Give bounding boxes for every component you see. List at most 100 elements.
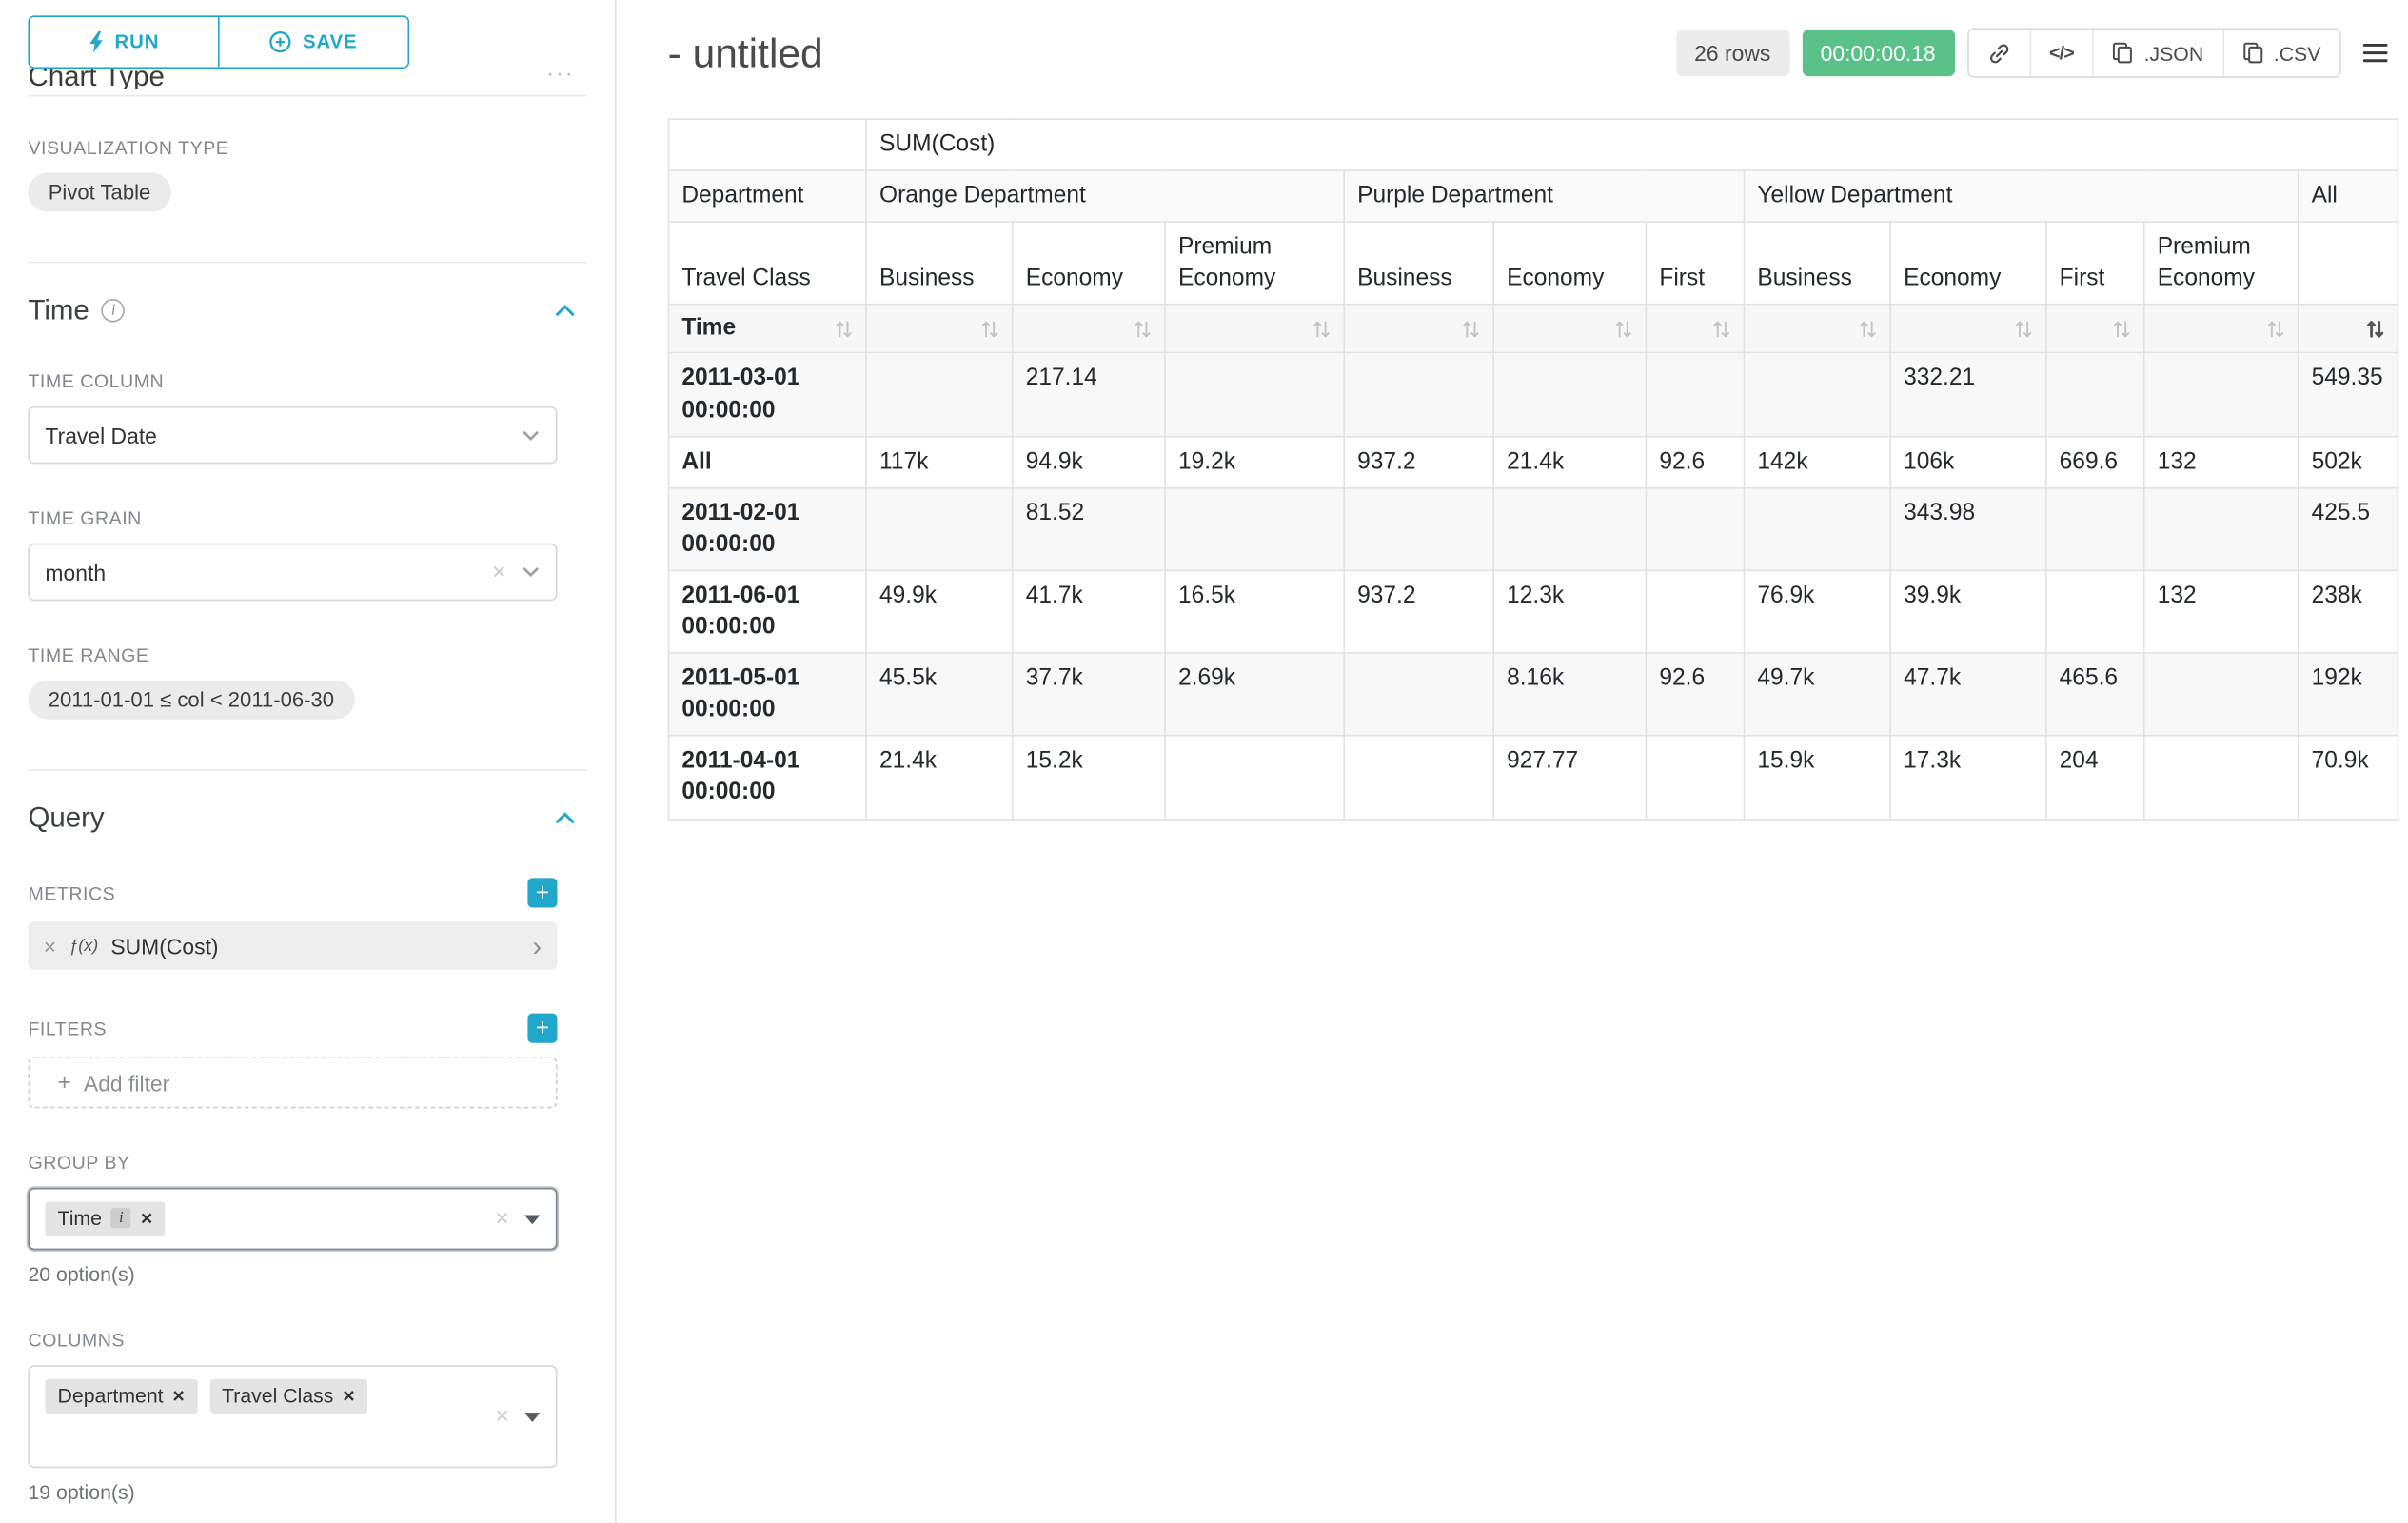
export-csv-button[interactable]: .CSV: [2222, 30, 2339, 76]
value-cell: 217.14: [1013, 353, 1165, 436]
select-controls: ×: [492, 561, 540, 584]
chip-label: Department: [58, 1386, 164, 1408]
caret-right-icon[interactable]: ›: [532, 932, 542, 959]
caret-down-icon[interactable]: [524, 1412, 540, 1421]
time-sort-header[interactable]: Time: [668, 305, 866, 353]
remove-metric-icon[interactable]: ×: [44, 933, 56, 958]
time-column-value: Travel Date: [45, 423, 156, 447]
sort-column[interactable]: [1744, 305, 1890, 353]
sort-icon[interactable]: [2366, 319, 2385, 339]
sort-icon[interactable]: [835, 319, 854, 339]
value-cell: 81.52: [1013, 487, 1165, 570]
sort-column[interactable]: [1890, 305, 2046, 353]
table-row: All117k94.9k19.2k937.221.4k92.6142k106k6…: [668, 436, 2398, 487]
visualization-type-pill[interactable]: Pivot Table: [28, 173, 170, 212]
remove-chip-icon[interactable]: ×: [172, 1386, 184, 1408]
clear-icon[interactable]: ×: [495, 1207, 508, 1231]
plus-icon: +: [58, 1070, 71, 1097]
sort-icon[interactable]: [1462, 319, 1481, 339]
clear-icon[interactable]: ×: [495, 1405, 508, 1429]
group-by-chip-time[interactable]: Time i ×: [45, 1201, 165, 1236]
value-cell: 47.7k: [1890, 653, 2046, 736]
sort-icon[interactable]: [2112, 319, 2131, 339]
group-by-select[interactable]: Time i × ×: [28, 1188, 557, 1250]
value-cell: [1646, 353, 1744, 436]
hamburger-icon: [2363, 42, 2388, 64]
run-button-label: RUN: [115, 31, 160, 53]
metric-chip[interactable]: × ƒ(x) SUM(Cost) ›: [28, 921, 557, 970]
sort-column[interactable]: [866, 305, 1013, 353]
value-cell: 21.4k: [866, 736, 1013, 819]
save-button[interactable]: SAVE: [218, 17, 408, 67]
chevron-up-icon[interactable]: [554, 811, 576, 825]
columns-chip-department[interactable]: Department ×: [45, 1379, 196, 1414]
time-grain-select[interactable]: month ×: [28, 544, 557, 602]
run-button[interactable]: RUN: [30, 17, 218, 67]
time-section-header[interactable]: Time i: [28, 294, 576, 326]
travel-class-header: Economy: [1493, 222, 1646, 305]
query-section-title: Query: [28, 801, 104, 834]
sort-column[interactable]: [1493, 305, 1646, 353]
sort-column[interactable]: [2046, 305, 2144, 353]
columns-chip-travel-class[interactable]: Travel Class ×: [209, 1379, 367, 1414]
menu-button[interactable]: [2354, 39, 2398, 67]
value-cell: 106k: [1890, 436, 2046, 487]
metric-header: SUM(Cost): [866, 119, 2398, 170]
row-header: 2011-04-01 00:00:00: [668, 736, 866, 819]
remove-chip-icon[interactable]: ×: [141, 1208, 152, 1230]
chart-title[interactable]: - untitled: [668, 29, 823, 77]
time-grain-value: month: [45, 560, 106, 584]
export-json-button[interactable]: .JSON: [2093, 30, 2222, 76]
pivot-table: SUM(Cost)DepartmentOrange DepartmentPurp…: [668, 118, 2399, 820]
add-filter-button[interactable]: +: [527, 1014, 557, 1043]
query-section-header[interactable]: Query: [28, 801, 576, 834]
sort-icon[interactable]: [1614, 319, 1633, 339]
value-cell: 45.5k: [866, 653, 1013, 736]
sort-column[interactable]: [1344, 305, 1493, 353]
value-cell: [1744, 353, 1890, 436]
sort-column[interactable]: [2144, 305, 2299, 353]
time-column-select[interactable]: Travel Date: [28, 406, 557, 465]
sort-column[interactable]: [1165, 305, 1344, 353]
value-cell: 927.77: [1493, 736, 1646, 819]
select-controls: ×: [495, 1405, 540, 1429]
query-timer-badge: 00:00:00.18: [1802, 30, 1954, 76]
sort-icon[interactable]: [2014, 319, 2033, 339]
sort-icon[interactable]: [1712, 319, 1731, 339]
columns-select[interactable]: Department × Travel Class × ×: [28, 1365, 557, 1468]
value-cell: 465.6: [2046, 653, 2144, 736]
value-cell: [1646, 487, 1744, 570]
chart-area: - untitled 26 rows 00:00:00.18 </>: [618, 0, 2408, 1523]
time-column-label: TIME COLUMN: [28, 370, 586, 392]
select-controls: ×: [495, 1207, 540, 1231]
value-cell: 238k: [2299, 570, 2398, 653]
sort-icon[interactable]: [980, 319, 999, 339]
add-filter-box[interactable]: + Add filter: [28, 1057, 557, 1108]
value-cell: [1493, 353, 1646, 436]
sort-column[interactable]: [1013, 305, 1165, 353]
chevron-down-icon: [522, 429, 541, 442]
value-cell: 12.3k: [1493, 570, 1646, 653]
chevron-up-icon[interactable]: [554, 304, 576, 318]
sort-column-active[interactable]: [2299, 305, 2398, 353]
value-cell: 142k: [1744, 436, 1890, 487]
sort-icon[interactable]: [1313, 319, 1332, 339]
copy-link-button[interactable]: [1968, 30, 2029, 76]
table-row: 2011-04-01 00:00:0021.4k15.2k927.7715.9k…: [668, 736, 2398, 819]
clear-icon[interactable]: ×: [492, 561, 505, 584]
sort-icon[interactable]: [2266, 319, 2285, 339]
info-icon[interactable]: i: [111, 1209, 131, 1229]
time-range-pill[interactable]: 2011-01-01 ≤ col < 2011-06-30: [28, 681, 354, 720]
value-cell: [1493, 487, 1646, 570]
value-cell: [2144, 736, 2299, 819]
value-cell: [2046, 353, 2144, 436]
sort-column[interactable]: [1646, 305, 1744, 353]
travel-class-header: Business: [866, 222, 1013, 305]
sort-icon[interactable]: [1134, 319, 1153, 339]
sort-icon[interactable]: [1859, 319, 1878, 339]
view-query-button[interactable]: </>: [2029, 30, 2093, 76]
more-icon[interactable]: ···: [546, 66, 574, 88]
remove-chip-icon[interactable]: ×: [343, 1386, 354, 1408]
caret-down-icon[interactable]: [524, 1215, 540, 1224]
add-metric-button[interactable]: +: [527, 878, 557, 907]
